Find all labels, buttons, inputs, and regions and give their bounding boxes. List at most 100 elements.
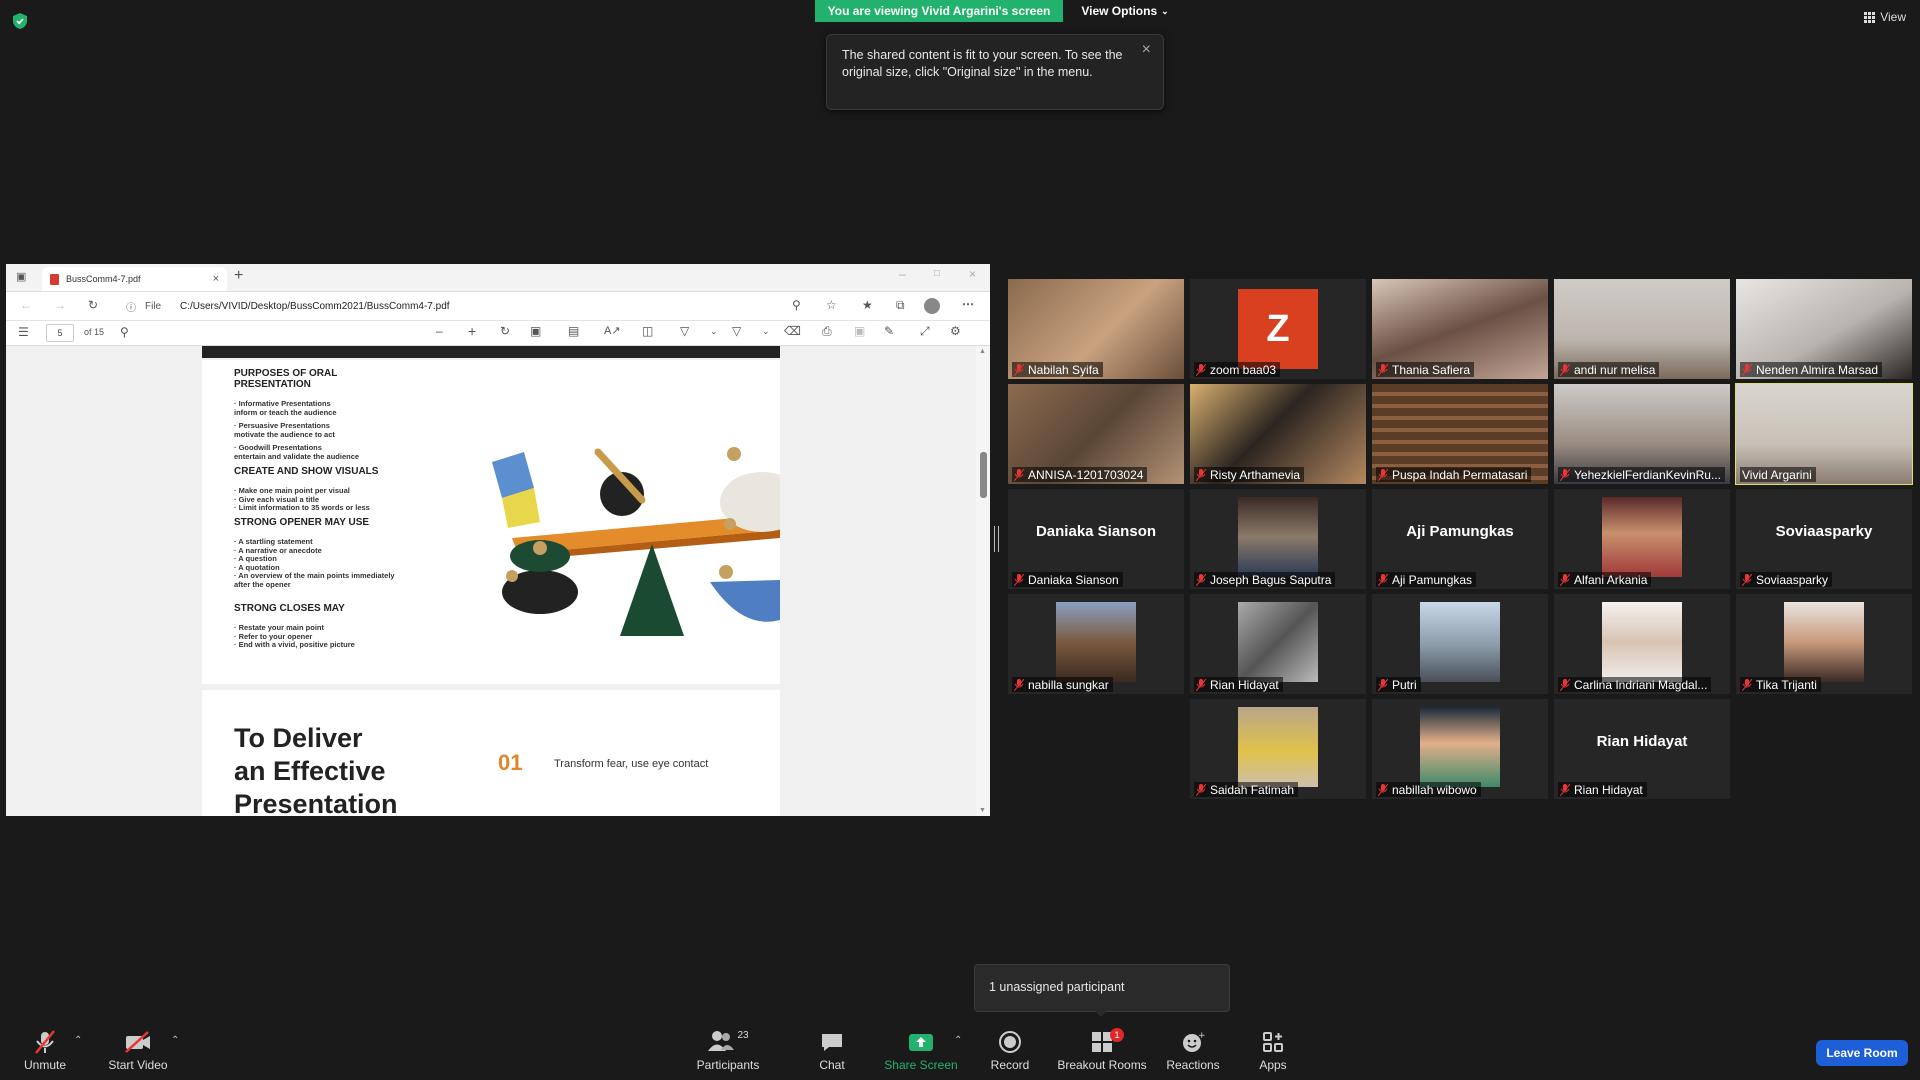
participant-name: andi nur melisa [1574, 362, 1656, 377]
participant-tile[interactable]: Thania Safiera [1372, 279, 1548, 379]
new-tab-icon[interactable]: + [234, 267, 243, 285]
participant-tile[interactable]: Nenden Almira Marsad [1736, 279, 1912, 379]
share-options-caret-icon[interactable]: ⌃ [954, 1035, 962, 1046]
participant-name: Saidah Fatimah [1210, 782, 1295, 797]
participant-tile[interactable]: ANNISA-1201703024 [1008, 384, 1184, 484]
participant-name: Puspa Indah Permatasari [1392, 467, 1528, 482]
leave-room-button[interactable]: Leave Room [1816, 1040, 1908, 1066]
zoom-in-icon[interactable]: + [468, 323, 476, 339]
save-icon[interactable]: ▣ [854, 324, 865, 338]
read-aloud-icon[interactable]: A↗ [604, 324, 621, 337]
page-number-input[interactable]: 5 [46, 324, 74, 342]
breakout-rooms-button[interactable]: 1 Breakout Rooms [1052, 1028, 1152, 1072]
participant-tile[interactable]: andi nur melisa [1554, 279, 1730, 379]
muted-mic-icon [1378, 363, 1388, 376]
audio-options-caret-icon[interactable]: ⌃ [74, 1035, 82, 1046]
participants-label: Participants [696, 1058, 760, 1072]
participant-tile[interactable]: Daniaka Sianson Daniaka Sianson [1008, 489, 1184, 589]
share-screen-button[interactable]: Share Screen [876, 1030, 966, 1072]
participant-tile[interactable]: Puspa Indah Permatasari [1372, 384, 1548, 484]
start-video-button[interactable]: Start Video [93, 1030, 183, 1072]
more-menu-icon[interactable]: ⋯ [962, 297, 974, 311]
tab-actions-icon[interactable]: ▣ [16, 270, 26, 283]
chat-bubble-icon [822, 1034, 842, 1051]
reactions-button[interactable]: + Reactions [1148, 1030, 1238, 1072]
scroll-up-icon[interactable]: ▲ [979, 348, 986, 355]
participant-tile[interactable]: Rian Hidayat [1190, 594, 1366, 694]
page-total: of 15 [84, 327, 105, 337]
highlight-icon[interactable]: ▽ [732, 324, 741, 338]
record-button[interactable]: Record [965, 1030, 1055, 1072]
participant-tile[interactable]: nabilla sungkar [1008, 594, 1184, 694]
participant-tile[interactable]: Carlina Indriani Magdal... [1554, 594, 1730, 694]
profile-picture [1056, 602, 1136, 682]
favorite-icon[interactable]: ☆ [826, 298, 837, 312]
find-icon[interactable]: ⚲ [120, 325, 129, 339]
table-of-contents-icon[interactable]: ☰ [18, 325, 29, 339]
participant-tile[interactable]: Tika Trijanti [1736, 594, 1912, 694]
tab-close-icon[interactable]: × [213, 273, 219, 285]
pdf-viewer[interactable]: PURPOSES OF ORAL PRESENTATION · Informat… [6, 346, 976, 816]
participant-tile-active-speaker[interactable]: Vivid Argarini [1735, 383, 1913, 485]
settings-gear-icon[interactable]: ⚙ [950, 324, 961, 338]
participant-tile[interactable]: Risty Arthamevia [1190, 384, 1366, 484]
slide-title: Presentation [234, 789, 398, 816]
participant-tile[interactable]: YehezkielFerdianKevinRu... [1554, 384, 1730, 484]
pdf-scrollbar[interactable]: ▲ ▼ [976, 346, 990, 816]
browser-tab[interactable]: BussComm4-7.pdf × [42, 267, 227, 291]
zoom-out-icon[interactable]: – [436, 324, 443, 338]
save-as-icon[interactable]: ✎ [884, 324, 894, 338]
share-screen-label: Share Screen [884, 1058, 958, 1072]
split-divider-handle[interactable] [994, 526, 999, 552]
participant-tile[interactable]: Rian Hidayat Rian Hidayat [1554, 699, 1730, 799]
url-field[interactable]: C:/Users/VIVID/Desktop/BussComm2021/Buss… [180, 301, 450, 312]
participant-tile[interactable]: Alfani Arkania [1554, 489, 1730, 589]
participant-tile[interactable]: Putri [1372, 594, 1548, 694]
rotate-icon[interactable]: ↻ [500, 324, 510, 338]
collections-icon[interactable]: ⧉ [896, 298, 905, 313]
view-options-button[interactable]: View Options ⌄ [1066, 0, 1184, 22]
window-close-icon[interactable]: × [969, 267, 976, 281]
minimize-icon[interactable]: – [899, 267, 906, 281]
fullscreen-icon[interactable]: ⤢ [920, 324, 930, 339]
muted-mic-icon [1742, 573, 1752, 586]
participant-tile[interactable]: Z zoom baa03 [1190, 279, 1366, 379]
view-button[interactable]: View [1864, 10, 1906, 24]
text-icon[interactable]: ◫ [642, 324, 653, 338]
participant-name-tag: zoom baa03 [1194, 362, 1281, 377]
print-icon[interactable]: ⎙ [822, 324, 832, 339]
unassigned-participant-notice[interactable]: 1 unassigned participant [974, 964, 1230, 1012]
profile-icon[interactable] [924, 298, 940, 314]
slide-title: an Effective [234, 756, 386, 786]
zoom-icon[interactable]: ⚲ [792, 298, 801, 312]
fit-page-icon[interactable]: ▣ [530, 324, 541, 338]
erase-icon[interactable]: ⌫ [784, 324, 801, 338]
participant-tile[interactable]: Soviaasparky Soviaasparky [1736, 489, 1912, 589]
participant-tile[interactable]: Aji Pamungkas Aji Pamungkas [1372, 489, 1548, 589]
scrollbar-thumb[interactable] [980, 452, 987, 498]
pdf-slide: To Deliver an Effective Presentation 01 … [202, 690, 780, 816]
participants-button[interactable]: 23 Participants [683, 1030, 773, 1072]
back-icon[interactable]: ← [20, 298, 32, 312]
participant-name-tag: Saidah Fatimah [1194, 782, 1299, 797]
participant-tile[interactable]: Saidah Fatimah [1190, 699, 1366, 799]
draw-dropdown-icon[interactable]: ⌄ [710, 326, 718, 337]
apps-button[interactable]: Apps [1228, 1030, 1318, 1072]
favorites-icon[interactable]: ★ [862, 298, 873, 312]
security-shield-icon[interactable] [12, 12, 28, 30]
maximize-icon[interactable]: □ [934, 268, 940, 279]
highlight-dropdown-icon[interactable]: ⌄ [762, 326, 770, 337]
scroll-down-icon[interactable]: ▼ [979, 807, 986, 814]
page-view-icon[interactable]: ▤ [568, 324, 579, 338]
forward-icon[interactable]: → [54, 298, 66, 312]
shared-browser-window[interactable]: ▣ BussComm4-7.pdf × + – □ × ← → ↻ ⓘ File… [6, 264, 990, 816]
close-icon[interactable]: × [1142, 41, 1151, 59]
participant-tile[interactable]: nabillah wibowo [1372, 699, 1548, 799]
chat-button[interactable]: Chat [787, 1030, 877, 1072]
video-options-caret-icon[interactable]: ⌃ [171, 1035, 179, 1046]
participant-name: ANNISA-1201703024 [1028, 467, 1144, 482]
refresh-icon[interactable]: ↻ [88, 298, 98, 312]
participant-tile[interactable]: Joseph Bagus Saputra [1190, 489, 1366, 589]
draw-icon[interactable]: ▽ [680, 324, 689, 338]
participant-tile[interactable]: Nabilah Syifa [1008, 279, 1184, 379]
